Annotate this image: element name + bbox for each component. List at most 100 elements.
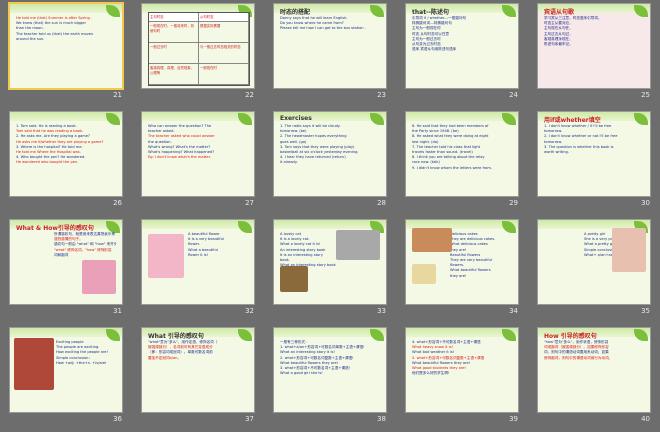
slide-title: 宾语从句歌 [544,9,575,16]
slide-number: 26 [113,199,122,207]
slide-thumbnail[interactable]: He told me (that) Summer is after Spring… [10,4,122,88]
slide-text-line: Eg: I don't know what's the matter. [148,155,211,160]
slide-cell[interactable]: A lovely cat It is a lovely cat. What a lo… [264,216,396,324]
slide-cell[interactable]: 主句时态 从句时态 一般现在时，一般将来时，祈使句时 根据实际需要 一般过去时 与一般过去… [132,0,264,108]
slide-number: 39 [509,415,518,423]
slide-thumbnail[interactable]: that--陈述句 引导词 if / whether---一般疑问句 特殊疑问词--… [406,4,518,88]
slide-cell[interactable]: 1. Tom said. He is reading a book. Tom sa… [0,108,132,216]
slide-picture [612,228,646,272]
slide-cell[interactable]: 宾语从句歌 学习宾从三注意，时态语序引导词。 时态主从要对应， 主句现在从句任， 主句过… [528,0,660,108]
slide-text: Exciting people The people are exciting. H… [56,340,116,366]
tense-table: 主句时态 从句时态 一般现在时，一般将来时，祈使句时 根据实际需要 一般过去时 与一般过去… [148,12,250,86]
slide-thumbnail[interactable]: 一般有三种形式： 1. what+a/an+形容词+可数名词单数+主语+谓语! Wh… [274,328,386,412]
slide-thumbnail[interactable]: A lovely cat It is a lovely cat. What a lo… [274,220,386,304]
table-cell: 根据实际需要 [199,22,249,42]
slide-thumbnail[interactable]: 用if或whether填空 1. I don't know whether / i… [538,112,650,196]
slide-text-line: 他们是多么好的学生啊! [412,371,450,376]
slide-thumbnail[interactable]: Exciting people The people are exciting. H… [10,328,122,412]
slide-cell[interactable]: 用if或whether填空 1. I don't know whether / i… [528,108,660,216]
slide-text: 6. He said that they had been members of… [412,124,512,171]
slide-title: How 引导的感叹句 [544,333,597,340]
slide-number: 21 [113,91,122,99]
slide-title: What 引导的感叹句 [148,333,204,340]
slide-number: 40 [641,415,650,423]
slide-thumbnail[interactable]: Exercises 1. The radio says it will be cl… [274,112,386,196]
slide-text: 4. what+形容词+不可数名词+主语+谓语 What heavy snow i… [412,340,512,376]
slide-cell[interactable]: Who can answer the question? The teacher … [132,108,264,216]
slide-text: Who can answer the question? The teacher … [148,124,248,160]
slide-number: 37 [245,415,254,423]
slide-thumbnail[interactable]: How 引导的感叹句 "how"意为"多么"，用作状语，修饰形容 词或副词（被强调部… [538,328,650,412]
slide-picture [14,338,54,390]
slide-thumbnail[interactable]: A beautiful flower It is a very beautiful… [142,220,254,304]
table-cell: 与一般过去时态相关的时态 [199,43,249,63]
slide-text-line: 陈述句序最牢记。 [544,42,573,47]
slide-cell[interactable]: 时态的搭配 Danny says that he will learn Engli… [264,0,396,108]
slide-text: Danny says that he will learn English. Do… [280,16,380,32]
slide-thumbnail[interactable]: 6. He said that they had been members of… [406,112,518,196]
table-cell: 一般现在时 [199,64,249,84]
slide-text: 1. I don't know whether / if I'll be fre… [544,124,644,155]
slide-thumbnail[interactable]: 宾语从句歌 学习宾从三注意，时态语序引导词。 时态主从要对应， 主句现在从句任， 主句过… [538,4,650,88]
slide-cell[interactable]: A beautiful flower It is a very beautiful… [132,216,264,324]
slide-cell[interactable]: 一般有三种形式： 1. what+a/an+形容词+可数名词单数+主语+谓语! Wh… [264,324,396,432]
slide-text-line: 9. I didn't know whom the letters were f… [412,165,493,170]
slide-text: 引导词 if / whether---一般疑问句 特殊疑问词---特殊疑问句 主句为… [412,16,512,52]
slide-number: 35 [641,307,650,315]
slide-picture [148,234,184,278]
slide-cell[interactable]: What & How引导的感叹句 所谓感叹句，就是用来表达喜怒哀乐等 强烈感情的句子… [0,216,132,324]
slide-cell[interactable]: He told me (that) Summer is after Spring… [0,0,132,108]
slide-text-line: they are! [450,273,467,278]
slide-text-line: 语序 宾语从句用陈述句语序 [412,47,457,52]
slide-text-line: 感叹句一般由 "what" 和 "how" 来开头的 [54,242,116,247]
slide-number: 38 [377,415,386,423]
slide-text-line: Please tell me how I can get to the bus … [280,26,366,31]
slide-number: 25 [641,91,650,99]
slide-text: 学习宾从三注意，时态语序引导词。 时态主从要对应， 主句现在从句任， 主句过去从句过，… [544,16,644,47]
slide-text: 一般有三种形式： 1. what+a/an+形容词+可数名词单数+主语+谓语! Wh… [280,340,380,376]
slide-number: 24 [509,91,518,99]
slide-text-line: 要加不定冠词a/an。 [148,355,182,360]
slide-thumbnail[interactable]: What & How引导的感叹句 所谓感叹句，就是用来表达喜怒哀乐等 强烈感情的句子… [10,220,122,304]
slide-cell[interactable]: Exercises 1. The radio says it will be cl… [264,108,396,216]
slide-text-line: What a good girl she is! [280,371,323,376]
slide-thumbnail[interactable]: Delicious cakes They are delicious cakes.… [406,220,518,304]
slide-text-line: it already. [280,160,298,165]
slide-text: 1. Tom said. He is reading a book. Tom sa… [16,124,116,166]
slide-text: "how"意为"多么"，用作状语，修饰形容 词或副词（被强调部分）。如果修饰形容词… [544,340,644,361]
slide-text-line: 词和副词 [54,252,69,257]
slide-cell[interactable]: that--陈述句 引导词 if / whether---一般疑问句 特殊疑问词--… [396,0,528,108]
slide-cell[interactable]: How 引导的感叹句 "how"意为"多么"，用作状语，修饰形容 词或副词（被强调部… [528,324,660,432]
slide-cell[interactable]: A pretty girl She is a very pretty girl. W… [528,216,660,324]
slide-thumbnail[interactable]: 4. what+形容词+不可数名词+主语+谓语 What heavy snow i… [406,328,518,412]
slide-cell[interactable]: Exciting people The people are exciting. H… [0,324,132,432]
slide-cell[interactable]: 4. what+形容词+不可数名词+主语+谓语 What heavy snow i… [396,324,528,432]
slide-picture [82,260,116,294]
slide-thumbnail[interactable]: What 引导的感叹句 "what"意为"多么"，用作定语，修饰名词（ 被强调部分）… [142,328,254,412]
slide-cell[interactable]: Delicious cakes They are delicious cakes.… [396,216,528,324]
slide-title: Exercises [280,115,312,122]
slide-cell[interactable]: 6. He said that they had been members of… [396,108,528,216]
slide-number: 32 [245,307,254,315]
slide-picture [412,228,452,252]
slide-number: 36 [113,415,122,423]
table-cell: 客观真理、真理、自然现象、公理等 [149,64,199,84]
slide-cell[interactable]: What 引导的感叹句 "what"意为"多么"，用作定语，修饰名词（ 被强调部分）… [132,324,264,432]
slide-text-line: How +adj. +the+n. +is/are! [56,360,107,365]
slide-thumbnail[interactable]: 主句时态 从句时态 一般现在时，一般将来时，祈使句时 根据实际需要 一般过去时 与一般过去… [142,4,254,88]
slide-number: 33 [377,307,386,315]
slide-thumbnail[interactable]: Who can answer the question? The teacher … [142,112,254,196]
slide-number: 31 [113,307,122,315]
table-cell: 主句时态 [149,13,199,21]
slide-picture [412,264,436,284]
slide-text: 1. The radio says it will be cloudy tomor… [280,124,380,166]
slide-number: 27 [245,199,254,207]
slide-number: 22 [245,91,254,99]
slide-title: What & How引导的感叹句 [16,225,94,232]
table-cell: 从句时态 [199,13,249,21]
slide-thumbnail[interactable]: 时态的搭配 Danny says that he will learn Engli… [274,4,386,88]
slide-thumbnail[interactable]: A pretty girl She is a very pretty girl. W… [538,220,650,304]
slide-text-line: flower it is! [188,252,209,257]
slide-text: Delicious cakes They are delicious cakes.… [450,232,512,279]
slide-thumbnail[interactable]: 1. Tom said. He is reading a book. Tom sa… [10,112,122,196]
